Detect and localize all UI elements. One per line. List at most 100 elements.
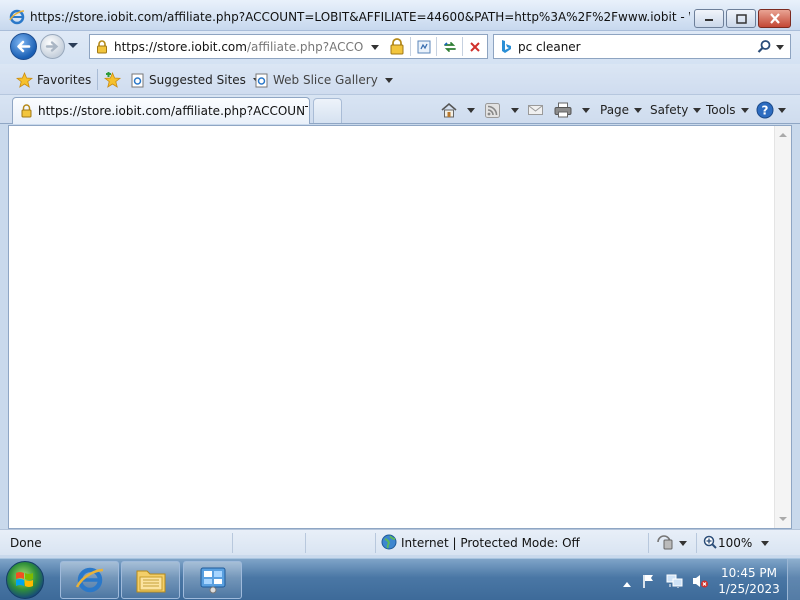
rss-icon <box>485 102 500 118</box>
chevron-down-icon[interactable] <box>582 107 590 113</box>
search-input[interactable]: pc cleaner <box>518 40 581 54</box>
taskbar: 10:45 PM 1/25/2023 <box>0 558 800 600</box>
mail-icon <box>528 105 543 115</box>
suggested-sites-label: Suggested Sites <box>149 73 246 87</box>
status-bar: Done Internet | Protected Mode: Off 100% <box>0 529 800 555</box>
page-menu-label: Page <box>600 103 630 117</box>
tab-lock-icon <box>20 104 33 121</box>
address-bar[interactable]: https://store.iobit.com/affiliate.php?AC… <box>89 34 488 59</box>
clock-date: 1/25/2023 <box>718 582 780 596</box>
address-url[interactable]: https://store.iobit.com/affiliate.php?AC… <box>114 40 364 54</box>
tab-title: https://store.iobit.com/affiliate.php?AC… <box>38 104 308 118</box>
action-center-flag-icon[interactable] <box>641 573 657 592</box>
page-content[interactable] <box>8 125 792 529</box>
stop-icon <box>470 41 480 52</box>
security-zone-text[interactable]: Internet | Protected Mode: Off <box>401 536 580 550</box>
favorites-label: Favorites <box>37 73 92 87</box>
status-separator <box>648 533 649 553</box>
taskbar-control-panel[interactable] <box>183 561 242 599</box>
show-hidden-icons-button[interactable] <box>622 577 632 591</box>
volume-muted-icon[interactable] <box>691 573 709 592</box>
chevron-down-icon[interactable] <box>467 107 475 113</box>
compatibility-icon <box>417 40 431 53</box>
start-button[interactable] <box>6 561 44 599</box>
feeds-button[interactable] <box>485 101 519 119</box>
zoom-level[interactable]: 100% <box>718 536 752 550</box>
help-button[interactable]: ? <box>756 101 786 119</box>
navigation-bar: https://store.iobit.com/affiliate.php?AC… <box>0 31 800 64</box>
bing-icon <box>500 39 512 59</box>
compatibility-view-button[interactable] <box>413 37 435 56</box>
tab-row: https://store.iobit.com/affiliate.php?AC… <box>0 95 800 124</box>
folder-icon <box>136 570 165 593</box>
favorites-button[interactable]: Favorites <box>16 69 91 91</box>
chevron-down-icon <box>384 77 393 83</box>
taskbar-internet-explorer[interactable] <box>60 561 119 599</box>
lock-icon <box>390 38 404 55</box>
tools-menu-label: Tools <box>706 103 736 117</box>
home-button[interactable] <box>440 101 475 119</box>
security-report-button[interactable] <box>387 37 407 56</box>
web-slice-gallery-button[interactable]: Web Slice Gallery <box>254 69 393 91</box>
chevron-down-icon <box>693 107 702 113</box>
safety-menu-button[interactable]: Safety <box>650 101 702 119</box>
status-separator <box>232 533 233 553</box>
network-icon[interactable] <box>666 573 684 592</box>
status-separator <box>696 533 697 553</box>
scroll-down-icon[interactable] <box>779 517 787 521</box>
vertical-scrollbar[interactable] <box>774 126 791 528</box>
arrow-left-icon <box>17 40 31 53</box>
web-slice-gallery-label: Web Slice Gallery <box>273 73 378 87</box>
add-to-favorites-bar-button[interactable] <box>104 69 122 91</box>
address-dropdown[interactable] <box>371 45 379 50</box>
stop-button[interactable] <box>464 37 486 56</box>
system-clock[interactable]: 10:45 PM 1/25/2023 <box>718 565 780 597</box>
new-tab-button[interactable] <box>313 98 342 123</box>
status-separator <box>305 533 306 553</box>
windows-logo-icon <box>16 572 33 587</box>
address-separator <box>462 37 463 56</box>
chevron-down-icon <box>740 107 749 113</box>
read-mail-button[interactable] <box>528 101 543 119</box>
search-icon[interactable] <box>756 39 772 58</box>
zoom-icon[interactable] <box>703 535 717 552</box>
chevron-down-icon[interactable] <box>761 541 769 546</box>
safety-menu-label: Safety <box>650 103 689 117</box>
chevron-down-icon[interactable] <box>511 107 519 113</box>
back-button[interactable] <box>10 33 37 60</box>
page-lock-icon <box>95 40 109 57</box>
print-button[interactable] <box>554 101 590 119</box>
favorites-bar: Favorites Suggested Sites Web Slice Gall… <box>0 64 800 95</box>
refresh-button[interactable] <box>439 37 461 56</box>
close-button[interactable] <box>758 9 791 28</box>
chevron-down-icon[interactable] <box>679 541 687 546</box>
search-options-dropdown[interactable] <box>776 45 784 50</box>
add-favorite-icon <box>104 72 122 88</box>
tab-active[interactable]: https://store.iobit.com/affiliate.php?AC… <box>12 97 310 124</box>
search-box[interactable]: pc cleaner <box>493 34 791 59</box>
ie-icon <box>75 567 103 593</box>
address-separator <box>410 37 411 56</box>
scroll-up-icon[interactable] <box>779 133 787 137</box>
suggested-sites-button[interactable]: Suggested Sites <box>130 69 261 91</box>
svg-text:?: ? <box>762 104 769 118</box>
page-menu-button[interactable]: Page <box>600 101 643 119</box>
show-desktop-button[interactable] <box>787 559 800 600</box>
arrow-right-icon <box>45 41 59 52</box>
forward-button[interactable] <box>40 34 65 59</box>
minimize-button[interactable] <box>694 9 724 28</box>
printer-icon <box>554 102 572 118</box>
maximize-button[interactable] <box>726 9 756 28</box>
page-icon <box>255 73 268 87</box>
protection-icon[interactable] <box>656 534 674 553</box>
taskbar-explorer[interactable] <box>121 561 180 599</box>
page-icon <box>131 73 144 87</box>
clock-time: 10:45 PM <box>721 566 777 580</box>
title-bar: https://store.iobit.com/affiliate.php?AC… <box>0 0 800 31</box>
status-separator <box>375 533 376 553</box>
internet-zone-icon <box>381 534 397 553</box>
status-text: Done <box>10 536 42 550</box>
tools-menu-button[interactable]: Tools <box>706 101 749 119</box>
recent-pages-dropdown[interactable] <box>68 43 78 48</box>
ie-icon <box>9 9 25 28</box>
